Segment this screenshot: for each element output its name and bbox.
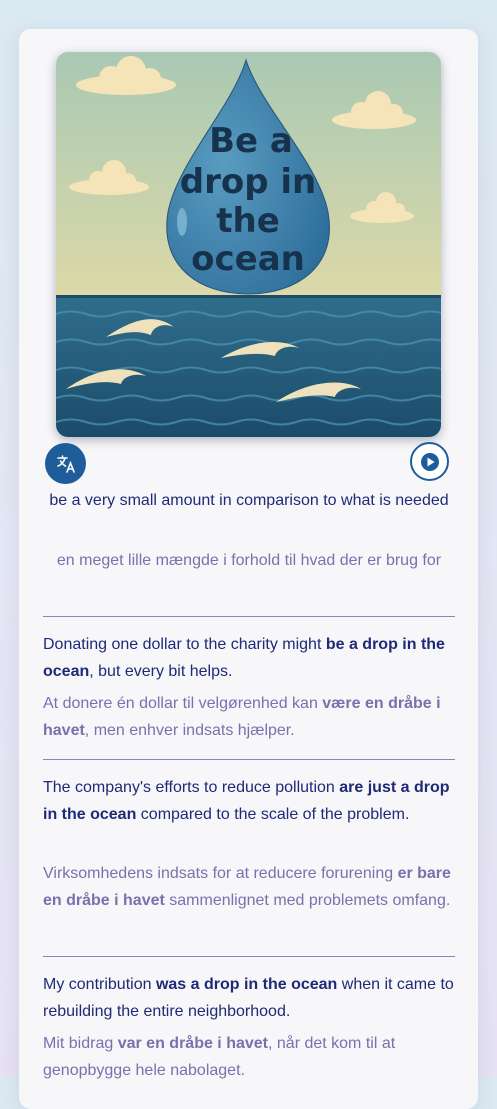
svg-text:Be a: Be a (209, 121, 293, 161)
example-danish: Virksomhedens indsats for at reducere fo… (43, 860, 455, 914)
example-text: My contribution (43, 976, 156, 993)
illustration-image: Be a drop in the ocean (56, 52, 441, 437)
svg-text:the: the (216, 201, 280, 241)
definition-danish: en meget lille mængde i forhold til hvad… (56, 552, 442, 569)
example-english: The company's efforts to reduce pollutio… (43, 774, 455, 828)
example-text: The company's efforts to reduce pollutio… (43, 779, 340, 796)
translate-icon (56, 454, 75, 473)
example-text: Mit bidrag (43, 1035, 118, 1052)
example-text: compared to the scale of the problem. (136, 806, 410, 823)
example-text: , but every bit helps. (89, 663, 233, 680)
example-danish: At donere én dollar til velgørenhed kan … (43, 690, 455, 744)
example-text: sammenlignet med problemets omfang. (164, 892, 451, 909)
translate-button[interactable] (45, 443, 86, 484)
example-english: My contribution was a drop in the ocean … (43, 971, 455, 1025)
example-text: , men enhver indsats hjælper. (84, 722, 295, 739)
divider (43, 956, 455, 957)
play-audio-button[interactable] (410, 442, 449, 481)
example-english: Donating one dollar to the charity might… (43, 631, 455, 685)
divider (43, 616, 455, 617)
example-text: Donating one dollar to the charity might (43, 636, 326, 653)
definition-english: be a very small amount in comparison to … (49, 492, 449, 509)
svg-text:ocean: ocean (191, 239, 305, 279)
svg-text:drop in: drop in (180, 162, 317, 202)
example-highlight: var en dråbe i havet (117, 1035, 268, 1052)
example-text: At donere én dollar til velgørenhed kan (43, 695, 323, 712)
example-highlight: was a drop in the ocean (155, 976, 338, 993)
example-text: Virksomhedens indsats for at reducere fo… (43, 865, 398, 882)
play-icon (420, 452, 439, 471)
divider (43, 759, 455, 760)
